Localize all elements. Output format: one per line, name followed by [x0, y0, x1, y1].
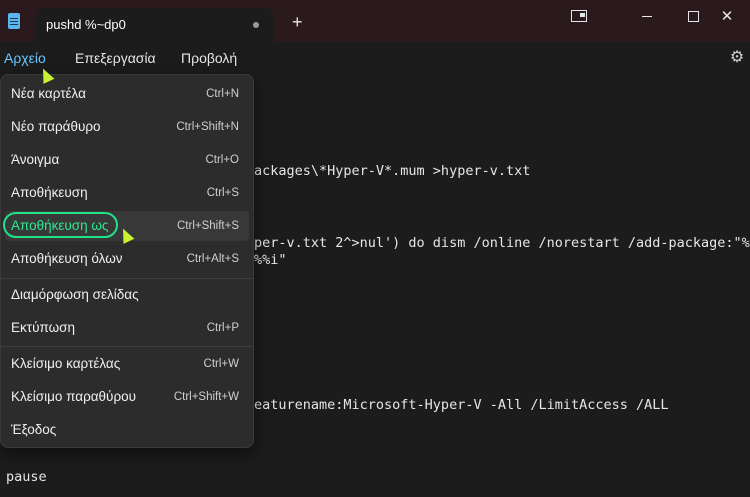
menu-item-label: Έξοδος	[11, 422, 57, 437]
minimize-icon	[642, 15, 652, 17]
menu-file[interactable]: Αρχείο	[4, 50, 46, 66]
menu-item-close-window[interactable]: Κλείσιμο παραθύρου Ctrl+Shift+W	[5, 382, 249, 412]
tab-document[interactable]: pushd %~dp0	[36, 8, 274, 42]
editor-line: per-v.txt 2^>nul') do dism /online /nore…	[254, 235, 750, 251]
editor-line: pause	[6, 469, 47, 485]
menu-item-label: Νέα καρτέλα	[11, 86, 86, 101]
highlight-ring	[3, 212, 118, 238]
compact-overlay-button[interactable]	[556, 0, 602, 32]
menu-separator	[1, 278, 253, 279]
close-icon: ✕	[720, 8, 734, 25]
menu-item-shortcut: Ctrl+Alt+S	[186, 253, 239, 265]
menu-bar: Αρχείο Επεξεργασία Προβολή ⚙	[0, 42, 750, 72]
menu-item-label: Αποθήκευση όλων	[11, 251, 123, 266]
menu-item-save-all[interactable]: Αποθήκευση όλων Ctrl+Alt+S	[5, 244, 249, 274]
editor-line: ackages\*Hyper-V*.mum >hyper-v.txt	[254, 163, 531, 179]
menu-item-label: Αποθήκευση	[11, 185, 88, 200]
minimize-button[interactable]	[624, 0, 670, 32]
menu-item-new-tab[interactable]: Νέα καρτέλα Ctrl+N	[5, 79, 249, 109]
menu-item-open[interactable]: Άνοιγμα Ctrl+O	[5, 145, 249, 175]
menu-item-shortcut: Ctrl+Shift+S	[177, 220, 239, 232]
menu-item-label: Νέο παράθυρο	[11, 119, 101, 134]
close-button[interactable]: ✕	[704, 0, 750, 32]
menu-item-shortcut: Ctrl+P	[206, 322, 239, 334]
menu-item-exit[interactable]: Έξοδος	[5, 415, 249, 445]
menu-item-save[interactable]: Αποθήκευση Ctrl+S	[5, 178, 249, 208]
title-bar: pushd %~dp0 + ✕	[0, 0, 750, 42]
menu-item-shortcut: Ctrl+W	[203, 358, 239, 370]
notepad-app-icon	[8, 13, 20, 29]
editor-line: eaturename:Microsoft-Hyper-V -All /Limit…	[254, 397, 669, 413]
menu-item-shortcut: Ctrl+O	[205, 154, 239, 166]
menu-item-shortcut: Ctrl+N	[206, 88, 239, 100]
menu-edit[interactable]: Επεξεργασία	[75, 50, 156, 66]
menu-item-print[interactable]: Εκτύπωση Ctrl+P	[5, 313, 249, 343]
menu-item-label: Κλείσιμο παραθύρου	[11, 389, 137, 404]
file-menu-dropdown: Νέα καρτέλα Ctrl+N Νέο παράθυρο Ctrl+Shi…	[0, 74, 254, 448]
menu-item-label: Κλείσιμο καρτέλας	[11, 356, 121, 371]
settings-button[interactable]: ⚙	[727, 47, 747, 67]
compact-overlay-icon	[571, 10, 587, 22]
maximize-icon	[687, 10, 699, 22]
menu-item-label: Εκτύπωση	[11, 320, 75, 335]
tab-title: pushd %~dp0	[46, 17, 126, 32]
menu-item-page-setup[interactable]: Διαμόρφωση σελίδας	[5, 280, 249, 310]
new-tab-button[interactable]: +	[292, 13, 303, 31]
menu-item-shortcut: Ctrl+Shift+N	[176, 121, 239, 133]
menu-separator	[1, 346, 253, 347]
editor-line: %%i"	[254, 252, 287, 268]
unsaved-dot-icon[interactable]	[253, 22, 259, 28]
menu-item-shortcut: Ctrl+S	[206, 187, 239, 199]
menu-item-close-tab[interactable]: Κλείσιμο καρτέλας Ctrl+W	[5, 349, 249, 379]
menu-item-shortcut: Ctrl+Shift+W	[173, 391, 239, 403]
menu-item-new-window[interactable]: Νέο παράθυρο Ctrl+Shift+N	[5, 112, 249, 142]
menu-item-label: Άνοιγμα	[11, 152, 60, 167]
gear-icon: ⚙	[729, 49, 745, 66]
menu-item-label: Διαμόρφωση σελίδας	[11, 287, 139, 302]
menu-view[interactable]: Προβολή	[181, 50, 237, 66]
